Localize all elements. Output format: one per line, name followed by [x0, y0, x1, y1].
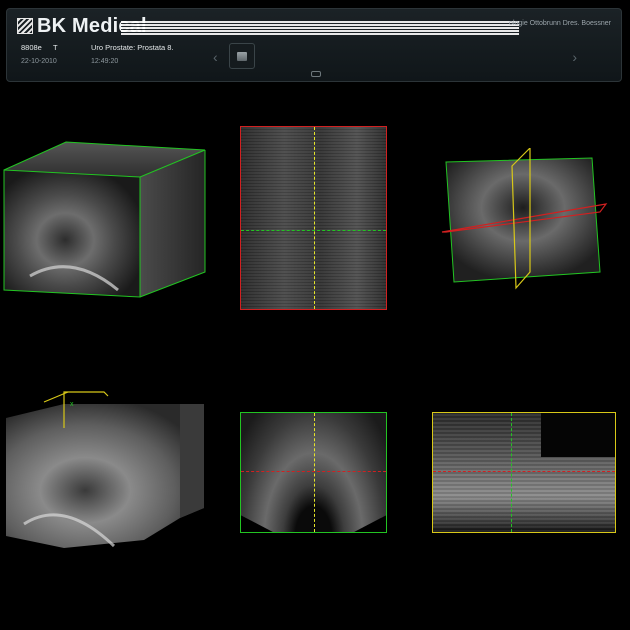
exam-time: 12:49:20	[91, 58, 119, 65]
crosshair-horizontal	[241, 471, 386, 472]
page-indicator[interactable]	[311, 71, 321, 77]
redacted-header-lines	[121, 21, 519, 35]
image-info-header: BK Medical ologie Ottobrunn Dres. Boessn…	[6, 8, 622, 82]
chevron-right-icon[interactable]: ›	[572, 49, 577, 65]
series-thumbnail-button[interactable]	[229, 43, 255, 69]
volume-render-image: x	[6, 391, 204, 548]
volume-cube-view[interactable]	[0, 140, 210, 300]
crosshair-vertical	[511, 413, 512, 532]
crosshair-vertical	[314, 413, 315, 532]
sagittal-slice-view[interactable]	[240, 126, 387, 310]
crosshair-vertical	[314, 127, 315, 309]
exam-description: Uro Prostate: Prostata 8.	[91, 43, 174, 52]
orthogonal-planes-render	[441, 148, 608, 290]
crosshair-horizontal	[241, 230, 386, 231]
bk-logo-icon	[17, 18, 33, 34]
orthogonal-planes-view[interactable]	[440, 148, 608, 290]
patient-flag: T	[53, 43, 58, 52]
patient-id: 8808e	[21, 43, 42, 52]
volume-thumbnail-icon	[237, 51, 247, 61]
volume-marker-label: x	[70, 401, 74, 408]
clinic-name: ologie Ottobrunn Dres. Boessner	[509, 20, 611, 27]
transverse-slice-view[interactable]	[240, 412, 387, 533]
crosshair-horizontal	[433, 471, 615, 472]
coronal-empty-region	[541, 413, 615, 457]
chevron-left-icon[interactable]: ‹	[213, 49, 218, 65]
volume-render-view[interactable]: x	[4, 388, 206, 550]
exam-date: 22-10-2010	[21, 58, 57, 65]
volume-cube-render	[3, 141, 206, 298]
coronal-slice-view[interactable]	[432, 412, 616, 533]
